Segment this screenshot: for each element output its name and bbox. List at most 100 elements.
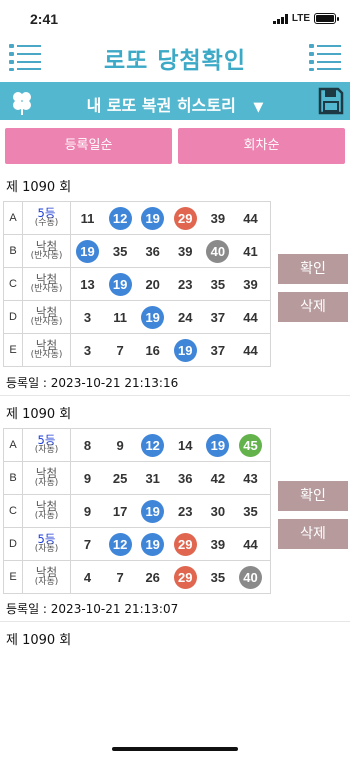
lotto-number: 4 — [83, 569, 92, 585]
game-label: B — [3, 234, 23, 268]
game-result: 5등 (자동) — [22, 527, 71, 561]
game-label: D — [3, 527, 23, 561]
lotto-number: 8 — [83, 437, 92, 453]
lotto-number: 9 — [83, 503, 92, 519]
game-label: D — [3, 300, 23, 334]
ticket-table: A 5등 (자동) 8 9 12 14 19 45 B 낙첨 (자동) 9 25 31 36 42 43 C 낙첨 (자… — [3, 428, 271, 594]
game-result: 낙첨 (자동) — [22, 560, 71, 594]
table-row: E 낙첨 (자동) 4 7 26 29 35 40 — [3, 560, 271, 594]
lotto-number: 37 — [210, 342, 226, 358]
table-row: B 낙첨 (반자동) 19 35 36 39 40 41 — [3, 234, 271, 268]
table-row: C 낙첨 (반자동) 13 19 20 23 35 39 — [3, 267, 271, 301]
lotto-number: 7 — [83, 536, 92, 552]
lotto-number: 39 — [178, 243, 193, 259]
matched-number-ball: 19 — [141, 499, 165, 523]
page-title: 로또 당첨확인 — [104, 48, 246, 74]
matched-number-ball: 19 — [108, 272, 132, 296]
game-numbers: 7 12 19 29 39 44 — [70, 527, 271, 561]
lotto-number: 30 — [210, 503, 226, 519]
table-row: E 낙첨 (반자동) 3 7 16 19 37 44 — [3, 333, 271, 367]
delete-button[interactable]: 삭제 — [278, 292, 348, 322]
sort-by-round-button[interactable]: 회차순 — [178, 128, 345, 164]
lotto-number: 35 — [112, 243, 128, 259]
list-icon[interactable] — [308, 42, 342, 72]
registration-date: 등록일 : 2023-10-21 21:13:16 — [6, 376, 179, 390]
mode-text: (반자동) — [30, 251, 63, 262]
lotto-number: 24 — [178, 309, 193, 325]
ticket-table: A 5등 (수동) 11 12 19 29 39 44 B 낙첨 (반자동) 19 35 36 39 40 41 C… — [3, 201, 271, 367]
lotto-number: 35 — [210, 569, 226, 585]
game-numbers: 4 7 26 29 35 40 — [70, 560, 271, 594]
lotto-number: 3 — [83, 342, 92, 358]
lotto-number: 13 — [80, 276, 95, 292]
app-header: 로또 당첨확인 — [0, 36, 350, 82]
lotto-number: 44 — [243, 309, 258, 325]
game-result: 낙첨 (반자동) — [22, 300, 71, 334]
lotto-number: 39 — [243, 276, 258, 292]
game-numbers: 11 12 19 29 39 44 — [70, 201, 271, 235]
mode-text: (자동) — [34, 577, 59, 588]
lotto-number: 25 — [112, 470, 128, 486]
game-label: B — [3, 461, 23, 495]
mode-text: (자동) — [34, 445, 59, 456]
lotto-number: 26 — [145, 569, 160, 585]
matched-number-ball: 19 — [141, 532, 165, 556]
lotto-number: 44 — [243, 536, 258, 552]
status-icons: LTE — [272, 13, 339, 24]
game-result: 낙첨 (반자동) — [22, 234, 71, 268]
home-indicator[interactable] — [112, 747, 238, 751]
lotto-number: 39 — [210, 210, 226, 226]
status-time: 2:41 — [30, 11, 59, 27]
lotto-number: 14 — [178, 437, 193, 453]
matched-number-ball: 19 — [141, 206, 165, 230]
delete-button[interactable]: 삭제 — [278, 519, 348, 549]
confirm-button[interactable]: 확인 — [278, 481, 348, 511]
game-label: C — [3, 267, 23, 301]
sort-buttons: 등록일순 회차순 — [5, 128, 345, 164]
divider — [0, 621, 350, 622]
game-result: 5등 (자동) — [22, 428, 71, 462]
matched-number-ball: 19 — [206, 433, 230, 457]
matched-number-ball: 45 — [238, 433, 262, 457]
matched-number-ball: 12 — [108, 532, 132, 556]
lotto-number: 44 — [243, 342, 258, 358]
lotto-number: 44 — [243, 210, 258, 226]
matched-number-ball: 40 — [206, 239, 230, 263]
confirm-button[interactable]: 확인 — [278, 254, 348, 284]
table-row: D 5등 (자동) 7 12 19 29 39 44 — [3, 527, 271, 561]
matched-number-ball: 12 — [141, 433, 165, 457]
table-row: B 낙첨 (자동) 9 25 31 36 42 43 — [3, 461, 271, 495]
matched-number-ball: 40 — [238, 565, 262, 589]
game-numbers: 13 19 20 23 35 39 — [70, 267, 271, 301]
battery-icon — [314, 13, 339, 24]
mode-text: (자동) — [34, 478, 59, 489]
lotto-number: 23 — [178, 276, 193, 292]
lotto-number: 16 — [145, 342, 160, 358]
game-label: E — [3, 560, 23, 594]
table-row: D 낙첨 (반자동) 3 11 19 24 37 44 — [3, 300, 271, 334]
lotto-number: 7 — [116, 342, 124, 358]
game-numbers: 3 11 19 24 37 44 — [70, 300, 271, 334]
lotto-number: 41 — [243, 243, 258, 259]
history-dropdown[interactable]: 내 로또 복권 히스토리 ▼ — [0, 92, 350, 116]
save-icon[interactable] — [318, 87, 344, 115]
lotto-number: 35 — [210, 276, 226, 292]
table-row: A 5등 (수동) 11 12 19 29 39 44 — [3, 201, 271, 235]
lotto-number: 3 — [83, 309, 92, 325]
lotto-number: 23 — [178, 503, 193, 519]
game-numbers: 9 17 19 23 30 35 — [70, 494, 271, 528]
sort-by-registration-button[interactable]: 등록일순 — [5, 128, 172, 164]
mode-text: (반자동) — [30, 284, 63, 295]
mode-text: (자동) — [34, 511, 59, 522]
game-label: A — [3, 201, 23, 235]
game-numbers: 9 25 31 36 42 43 — [70, 461, 271, 495]
matched-number-ball: 19 — [76, 239, 99, 263]
signal-icon — [272, 13, 288, 24]
matched-number-ball: 19 — [173, 338, 197, 362]
game-result: 낙첨 (자동) — [22, 461, 71, 495]
lotto-number: 39 — [210, 536, 226, 552]
matched-number-ball: 29 — [173, 206, 197, 230]
game-result: 5등 (수동) — [22, 201, 71, 235]
mode-text: (수동) — [34, 218, 59, 229]
lotto-number: 37 — [210, 309, 226, 325]
